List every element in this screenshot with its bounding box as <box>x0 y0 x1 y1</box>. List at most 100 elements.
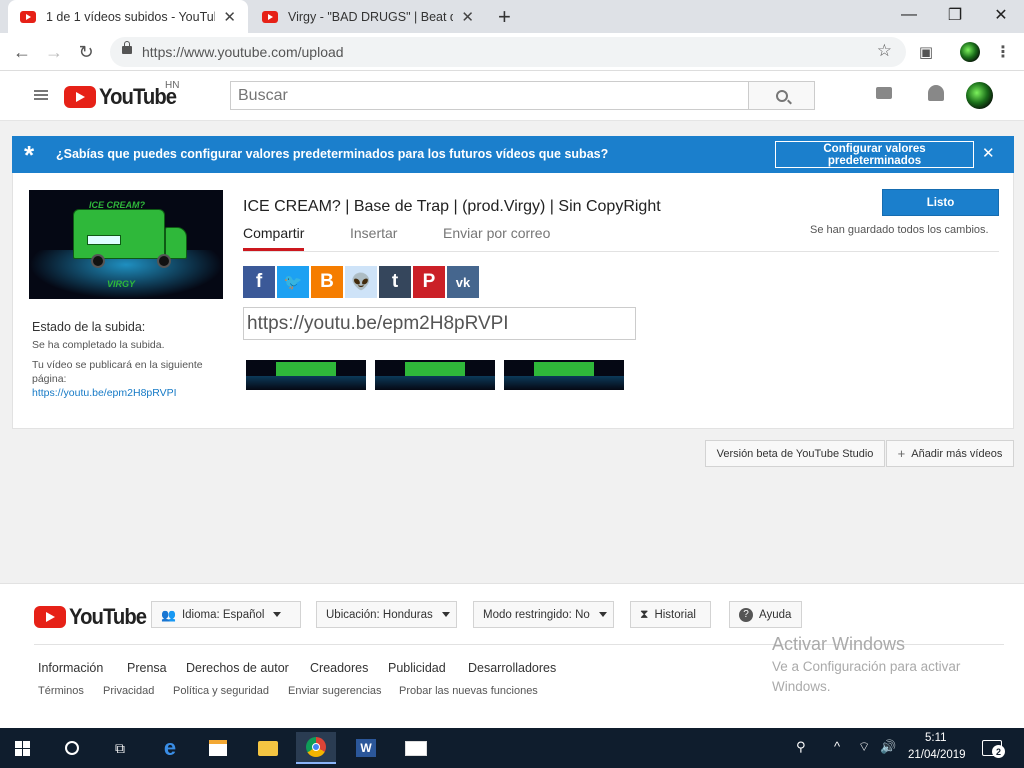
chevron-down-icon <box>441 612 450 617</box>
bookmark-star-icon[interactable]: ☆ <box>877 41 892 61</box>
show-hidden-icons-chevron-icon[interactable]: ^ <box>834 739 840 754</box>
footer-link-copyright[interactable]: Derechos de autor <box>186 661 289 675</box>
address-bar[interactable]: https://www.youtube.com/upload ☆ <box>110 37 906 67</box>
chrome-browser-icon[interactable] <box>296 732 336 764</box>
restricted-mode-selector[interactable]: Modo restringido: No <box>473 601 614 628</box>
history-button[interactable]: ⧗ Historial <box>630 601 711 628</box>
language-people-icon: 👥 <box>161 607 176 622</box>
account-avatar[interactable] <box>966 82 993 109</box>
tumblr-share-icon[interactable]: t <box>379 266 411 298</box>
footer-link-info[interactable]: Información <box>38 661 103 675</box>
footer-link-test-features[interactable]: Probar las nuevas funciones <box>399 685 538 697</box>
footer-link-developers[interactable]: Desarrolladores <box>468 661 556 675</box>
upload-video-icon[interactable] <box>876 87 892 99</box>
word-icon[interactable]: W <box>346 732 386 764</box>
tab-title: Virgy - "BAD DRUGS" | Beat de Tr <box>288 9 454 24</box>
vk-share-icon[interactable]: vk <box>447 266 479 298</box>
hamburger-menu-icon[interactable] <box>34 90 48 100</box>
clock-date[interactable]: 21/04/2019 <box>908 749 966 761</box>
browser-tab-upload[interactable]: 1 de 1 vídeos subidos - YouTube ✕ <box>8 0 248 33</box>
done-button[interactable]: Listo <box>882 189 999 216</box>
menu-dots-icon[interactable]: ⋮ <box>989 38 1017 66</box>
hourglass-icon: ⧗ <box>640 607 649 621</box>
browser-toolbar: ← → ↻ https://www.youtube.com/upload ☆ ▣… <box>0 33 1024 71</box>
upload-status-text: Se ha completado la subida. <box>32 339 165 351</box>
notification-count: 2 <box>992 745 1005 758</box>
tab-close-icon[interactable]: ✕ <box>461 8 474 26</box>
publish-link[interactable]: https://youtu.be/epm2H8pRVPI <box>32 386 177 400</box>
upload-status-title: Estado de la subida: <box>32 320 146 334</box>
tab-divider <box>243 251 999 252</box>
forward-arrow-icon[interactable]: → <box>40 38 68 66</box>
banner-close-icon[interactable]: ✕ <box>982 144 995 162</box>
youtube-favicon-icon <box>20 10 36 23</box>
extension-icon[interactable]: ▣ <box>912 38 940 66</box>
network-icon[interactable]: ⌔ <box>858 739 870 755</box>
browser-tab-virgy[interactable]: Virgy - "BAD DRUGS" | Beat de Tr ✕ <box>250 0 486 33</box>
notifications-bell-icon[interactable] <box>928 85 944 101</box>
configure-defaults-button[interactable]: Configurar valores predeterminados <box>775 141 974 168</box>
cortana-search-icon[interactable] <box>52 732 92 764</box>
youtube-favicon-icon <box>262 10 278 23</box>
file-explorer-icon[interactable] <box>248 732 288 764</box>
action-center-icon[interactable]: 2 <box>982 740 1005 758</box>
people-icon[interactable]: ⚲ <box>796 739 806 755</box>
address-url: https://www.youtube.com/upload <box>142 44 344 60</box>
windows-start-icon[interactable] <box>2 732 42 764</box>
back-arrow-icon[interactable]: ← <box>8 38 36 66</box>
tab-embed[interactable]: Insertar <box>350 225 397 241</box>
search-button[interactable] <box>748 81 815 110</box>
publish-info-text: Tu vídeo se publicará en la siguiente pá… <box>32 359 203 385</box>
location-selector[interactable]: Ubicación: Honduras <box>316 601 457 628</box>
plus-icon: + <box>897 446 906 461</box>
footer-youtube-logo[interactable]: YouTube <box>34 604 153 630</box>
search-input[interactable] <box>230 81 749 110</box>
twitter-share-icon[interactable]: 🐦 <box>277 266 309 298</box>
chevron-down-icon <box>598 612 607 617</box>
tab-email[interactable]: Enviar por correo <box>443 225 550 241</box>
thumbnail-text: ICE CREAM? <box>89 200 145 210</box>
add-more-videos-button[interactable]: + Añadir más vídeos <box>886 440 1014 467</box>
footer-link-advertising[interactable]: Publicidad <box>388 661 446 675</box>
footer-link-feedback[interactable]: Enviar sugerencias <box>288 685 382 697</box>
volume-icon[interactable]: 🔊 <box>880 739 896 755</box>
footer-link-press[interactable]: Prensa <box>127 661 167 675</box>
task-view-icon[interactable]: ⧉ <box>100 732 140 764</box>
thumbnail-option[interactable] <box>246 360 366 390</box>
minimize-icon[interactable]: — <box>886 0 932 30</box>
maximize-icon[interactable]: ❐ <box>932 0 978 30</box>
thumbnail-option[interactable] <box>504 360 624 390</box>
language-selector[interactable]: 👥 Idioma: Español <box>151 601 301 628</box>
play-logo-icon <box>34 606 66 628</box>
saved-status: Se han guardado todos los cambios. <box>810 224 989 236</box>
footer-link-creators[interactable]: Creadores <box>310 661 368 675</box>
window-close-icon[interactable]: ✕ <box>978 0 1024 30</box>
language-value: Español <box>222 608 265 621</box>
asterisk-icon: * <box>24 140 35 170</box>
new-tab-button[interactable]: + <box>498 4 511 30</box>
footer-link-privacy[interactable]: Privacidad <box>103 685 154 697</box>
profile-avatar[interactable] <box>960 42 980 62</box>
reload-icon[interactable]: ↻ <box>72 38 100 66</box>
youtube-header: YouTube HN <box>0 71 1024 121</box>
share-url-field[interactable] <box>243 307 636 340</box>
edge-browser-icon[interactable]: e <box>150 732 190 764</box>
footer-link-policy[interactable]: Política y seguridad <box>173 685 269 697</box>
thumbnail-option[interactable] <box>375 360 495 390</box>
watermark-title: Activar Windows <box>772 634 906 654</box>
reddit-share-icon[interactable]: 👽 <box>345 266 377 298</box>
facebook-share-icon[interactable]: f <box>243 266 275 298</box>
microsoft-store-icon[interactable] <box>198 732 238 764</box>
studio-beta-button[interactable]: Versión beta de YouTube Studio <box>705 440 885 467</box>
tab-close-icon[interactable]: ✕ <box>223 8 236 26</box>
windows-activation-watermark: Activar Windows Ve a Configuración para … <box>772 634 1002 697</box>
tab-share[interactable]: Compartir <box>243 225 305 251</box>
blogger-share-icon[interactable]: B <box>311 266 343 298</box>
help-button[interactable]: ? Ayuda <box>729 601 802 628</box>
pinterest-share-icon[interactable]: P <box>413 266 445 298</box>
footer-link-terms[interactable]: Términos <box>38 685 84 697</box>
language-label: Idioma: <box>181 608 220 621</box>
banner-message: ¿Sabías que puedes configurar valores pr… <box>56 147 609 161</box>
mail-icon[interactable] <box>396 732 436 764</box>
clock-time[interactable]: 5:11 <box>925 732 947 744</box>
